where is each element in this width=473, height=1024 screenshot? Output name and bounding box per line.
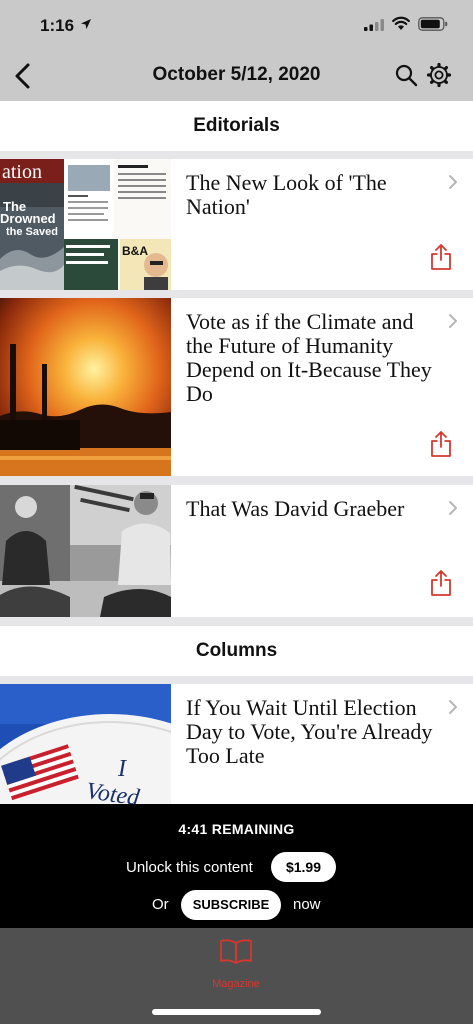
wifi-icon — [392, 16, 410, 30]
share-icon[interactable] — [430, 569, 452, 597]
article-title: Vote as if the Climate and the Future of… — [186, 309, 432, 406]
search-icon[interactable] — [394, 63, 418, 87]
article-thumbnail — [0, 485, 171, 617]
time-remaining: 4:41 REMAINING — [178, 821, 295, 837]
chevron-right-icon — [449, 700, 457, 714]
buy-issue-button[interactable]: $1.99 — [271, 852, 336, 882]
location-arrow-icon — [81, 19, 91, 29]
article-row[interactable]: ation The Drowned the Saved B&A The New … — [0, 159, 473, 290]
section-header-columns: Columns — [0, 626, 473, 676]
status-time: 1:16 — [40, 16, 75, 35]
article-row[interactable]: That Was David Graeber — [0, 485, 473, 617]
now-text: now — [293, 896, 321, 913]
article-row[interactable]: Vote as if the Climate and the Future of… — [0, 298, 473, 476]
article-title: If You Wait Until Election Day to Vote, … — [186, 695, 433, 768]
tab-bar: Magazine — [0, 928, 473, 1024]
cover-headline-2: Drowned — [0, 211, 56, 226]
cover-masthead: ation — [2, 161, 42, 183]
unlock-text: Unlock this content — [126, 859, 253, 876]
chevron-right-icon — [449, 175, 457, 189]
share-icon[interactable] — [430, 243, 452, 271]
article-thumbnail — [0, 298, 171, 476]
article-title: The New Look of 'The Nation' — [186, 170, 387, 219]
share-icon[interactable] — [430, 430, 452, 458]
or-text: Or — [152, 896, 169, 913]
open-book-icon — [220, 939, 252, 964]
tab-magazine-label: Magazine — [212, 978, 260, 990]
sticker-text-1: I — [117, 756, 127, 782]
tab-magazine[interactable]: Magazine — [200, 936, 272, 992]
paywall-banner: 4:41 REMAINING Unlock this content $1.99… — [0, 804, 473, 928]
section-header-editorials: Editorials — [0, 101, 473, 151]
cover-badge: B&A — [122, 244, 148, 258]
battery-icon — [418, 17, 448, 31]
chevron-right-icon — [449, 501, 457, 515]
cellular-signal-icon — [364, 19, 384, 31]
home-indicator[interactable] — [152, 1009, 321, 1015]
article-row[interactable]: I Voted If You Wait Until Election Day t… — [0, 684, 473, 804]
chevron-right-icon — [449, 314, 457, 328]
gear-icon[interactable] — [426, 62, 452, 88]
article-thumbnail: ation The Drowned the Saved B&A — [0, 159, 171, 290]
top-bar: 1:16 October 5/12, 2020 — [0, 0, 473, 101]
article-title: That Was David Graeber — [186, 496, 405, 521]
subscribe-button[interactable]: SUBSCRIBE — [181, 890, 281, 920]
article-thumbnail: I Voted — [0, 684, 171, 804]
cover-headline-3: the Saved — [6, 226, 58, 238]
